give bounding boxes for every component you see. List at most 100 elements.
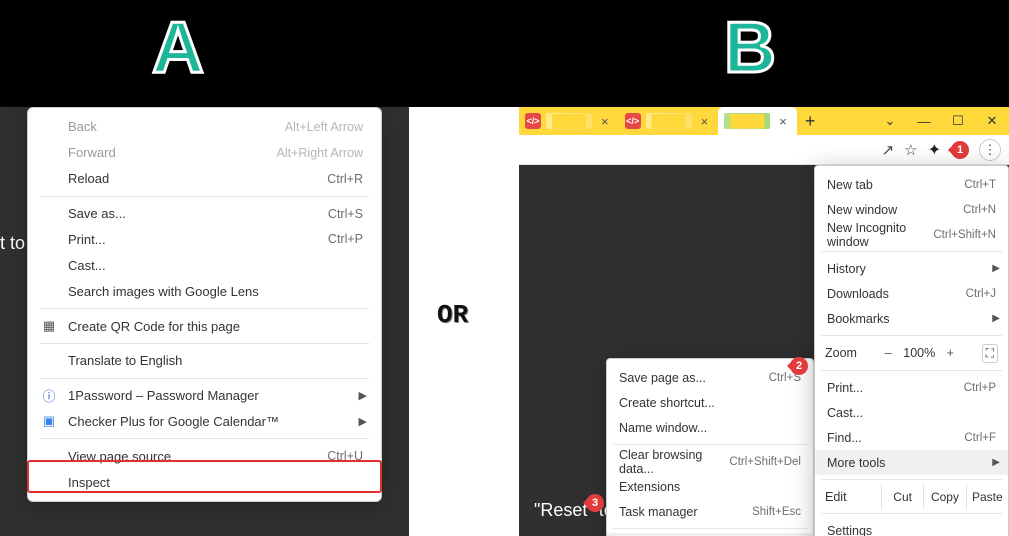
star-icon[interactable]: ☆ — [904, 141, 917, 159]
menu-label: More tools — [827, 456, 885, 470]
ctx-forward[interactable]: ForwardAlt+Right Arrow — [28, 140, 381, 166]
zoom-out-button[interactable]: – — [877, 346, 899, 360]
sub-label: Name window... — [619, 421, 707, 435]
copy-button[interactable]: Copy — [923, 484, 965, 509]
close-tab-icon[interactable]: × — [597, 114, 613, 129]
calendar-icon: ▣ — [40, 413, 58, 429]
sub-name-window[interactable]: Name window... — [607, 415, 813, 440]
ctx-label: Reload — [68, 171, 109, 186]
ctx-label: 1Password – Password Manager — [68, 388, 259, 403]
menu-label: New window — [827, 203, 897, 217]
submenu-arrow-icon: ▶ — [359, 415, 367, 428]
menu-shortcut: Ctrl+P — [964, 382, 996, 394]
menu-settings[interactable]: Settings — [815, 518, 1008, 536]
fullscreen-icon[interactable]: ⛶ — [982, 344, 998, 363]
submenu-arrow-icon: ▶ — [992, 263, 1000, 274]
new-tab-button[interactable]: + — [797, 107, 824, 135]
tab-1[interactable]: </>████× — [519, 107, 619, 135]
ctx-view-source[interactable]: View page sourceCtrl+U — [28, 443, 381, 469]
callout-2: 2 — [790, 357, 808, 375]
close-tab-icon[interactable]: × — [775, 114, 791, 129]
separator — [821, 335, 1002, 336]
cut-button[interactable]: Cut — [881, 484, 923, 509]
minimize-icon[interactable]: — — [907, 114, 941, 129]
more-tools-submenu: Save page as...Ctrl+S Create shortcut...… — [606, 358, 814, 536]
separator — [613, 444, 807, 445]
ctx-translate[interactable]: Translate to English — [28, 348, 381, 374]
tab-active[interactable]: ████× — [718, 107, 797, 135]
menu-shortcut: Ctrl+N — [963, 204, 996, 216]
maximize-icon[interactable]: ☐ — [941, 113, 975, 129]
tab-title: ████ — [546, 113, 592, 129]
ctx-shortcut: Ctrl+P — [328, 232, 363, 246]
separator — [821, 370, 1002, 371]
context-menu: BackAlt+Left Arrow ForwardAlt+Right Arro… — [27, 107, 382, 502]
menu-label: Print... — [827, 381, 863, 395]
kebab-menu-icon[interactable]: ⋮ — [979, 139, 1001, 161]
extensions-icon[interactable]: ✦ — [928, 140, 941, 160]
sub-create-shortcut[interactable]: Create shortcut... — [607, 390, 813, 415]
ctx-back[interactable]: BackAlt+Left Arrow — [28, 114, 381, 140]
menu-label: Find... — [827, 431, 862, 445]
menu-print[interactable]: Print... Ctrl+P — [815, 375, 1008, 400]
separator — [40, 308, 369, 309]
submenu-arrow-icon: ▶ — [992, 457, 1000, 468]
menu-label: History — [827, 262, 866, 276]
ctx-cast[interactable]: Cast... — [28, 252, 381, 278]
menu-incognito[interactable]: New Incognito windowCtrl+Shift+N — [815, 222, 1008, 247]
menu-newwindow[interactable]: New window Ctrl+N — [815, 197, 1008, 222]
menu-bookmarks[interactable]: Bookmarks▶ — [815, 306, 1008, 331]
or-label: OR — [437, 300, 468, 330]
sub-label: Task manager — [619, 505, 698, 519]
share-icon[interactable]: ↗ — [882, 141, 895, 159]
close-window-icon[interactable]: ✕ — [975, 113, 1009, 129]
menu-cast[interactable]: Cast... — [815, 400, 1008, 425]
window-controls: ⌄ — ☐ ✕ — [873, 107, 1009, 135]
ctx-qr[interactable]: ▦Create QR Code for this page — [28, 313, 381, 339]
menu-shortcut: Ctrl+F — [964, 432, 996, 444]
ctx-lens[interactable]: Search images with Google Lens — [28, 278, 381, 304]
tab-bar: </>████× </>████× ████× + ⌄ — ☐ ✕ — [519, 107, 1009, 135]
menu-zoom: Zoom – 100% + ⛶ — [815, 340, 1008, 366]
menu-label: New tab — [827, 178, 873, 192]
menu-label: Cast... — [827, 406, 863, 420]
separator — [40, 343, 369, 344]
ctx-reload[interactable]: ReloadCtrl+R — [28, 166, 381, 192]
dropdown-icon[interactable]: ⌄ — [873, 113, 907, 129]
tab-2[interactable]: </>████× — [619, 107, 719, 135]
ctx-shortcut: Ctrl+U — [327, 449, 363, 463]
ctx-print[interactable]: Print... Ctrl+P — [28, 226, 381, 252]
menu-downloads[interactable]: DownloadsCtrl+J — [815, 281, 1008, 306]
sub-shortcut: Shift+Esc — [752, 506, 801, 518]
zoom-value: 100% — [899, 346, 939, 360]
menu-more-tools[interactable]: More tools ▶ — [815, 450, 1008, 475]
callout-1: 1 — [951, 141, 969, 159]
panel-label-a: A — [152, 12, 206, 84]
ctx-label: Checker Plus for Google Calendar™ — [68, 414, 279, 429]
close-tab-icon[interactable]: × — [697, 114, 713, 129]
menu-shortcut: Ctrl+Shift+N — [933, 229, 996, 241]
sub-extensions[interactable]: Extensions — [607, 474, 813, 499]
ctx-label: Cast... — [68, 258, 106, 273]
onepassword-icon: ⓘ — [40, 386, 58, 405]
paste-button[interactable]: Paste — [966, 484, 1008, 509]
ctx-inspect[interactable]: Inspect — [28, 469, 381, 495]
menu-label: Settings — [827, 524, 872, 536]
menu-history[interactable]: History ▶ — [815, 256, 1008, 281]
sub-task-manager[interactable]: Task manager Shift+Esc — [607, 499, 813, 524]
menu-label: Downloads — [827, 287, 889, 301]
separator — [613, 528, 807, 529]
sub-label: Create shortcut... — [619, 396, 715, 410]
ctx-checkerplus[interactable]: ▣ Checker Plus for Google Calendar™ ▶ — [28, 409, 381, 435]
ctx-saveas[interactable]: Save as...Ctrl+S — [28, 201, 381, 227]
zoom-in-button[interactable]: + — [939, 346, 961, 360]
ctx-shortcut: Ctrl+S — [328, 207, 363, 221]
ctx-shortcut: Alt+Left Arrow — [285, 120, 363, 134]
sub-clear-browsing[interactable]: Clear browsing data...Ctrl+Shift+Del — [607, 449, 813, 474]
separator — [40, 378, 369, 379]
menu-find[interactable]: Find... Ctrl+F — [815, 425, 1008, 450]
ctx-1password[interactable]: ⓘ1Password – Password Manager▶ — [28, 383, 381, 409]
ctx-label: Print... — [68, 232, 106, 247]
menu-newtab[interactable]: New tabCtrl+T — [815, 172, 1008, 197]
ctx-label: Create QR Code for this page — [68, 319, 240, 334]
